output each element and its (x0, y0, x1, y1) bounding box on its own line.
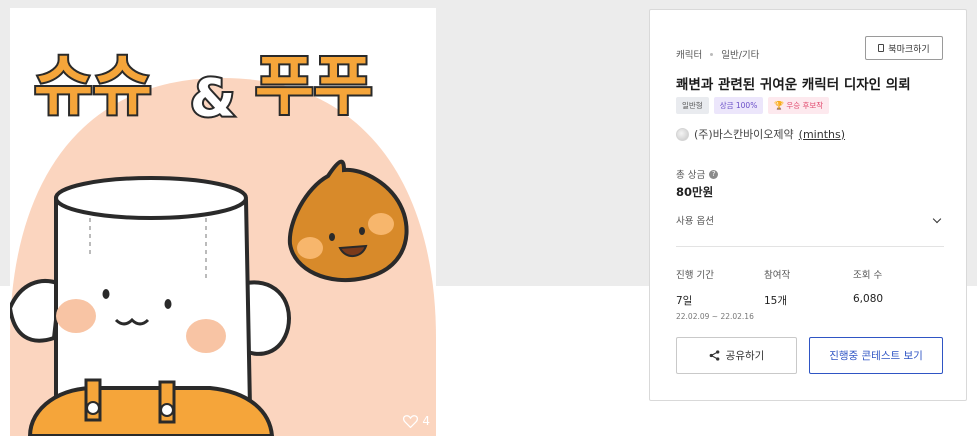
svg-text:푸푸: 푸푸 (255, 50, 373, 124)
stat-views: 조회 수 6,080 (853, 267, 943, 305)
bookmark-button[interactable]: 북마크하기 (865, 36, 943, 60)
bookmark-icon (878, 44, 885, 52)
artwork-illustration: 슈슈 & 푸푸 (10, 48, 436, 436)
stat-period: 진행 기간 7일 22.02.09 ~ 22.02.16 (676, 267, 766, 321)
stat-period-label: 진행 기간 (676, 270, 714, 281)
stat-views-label: 조회 수 (853, 270, 883, 281)
breadcrumb-category[interactable]: 캐릭터 (676, 47, 702, 61)
artwork-title-lettering: 슈슈 & 푸푸 (32, 48, 375, 131)
badge-general-label: 일반형 (682, 101, 703, 110)
divider (676, 246, 944, 247)
share-label: 공유하기 (725, 350, 765, 362)
badge-winner-candidate: 🏆 우승 후보작 (768, 97, 830, 114)
usage-options-label: 사용 옵션 (676, 216, 714, 227)
badge-prize-rate: 상금 100% (713, 97, 764, 114)
chevron-down-icon (932, 214, 942, 223)
contest-artwork[interactable]: 슈슈 & 푸푸 4 (10, 8, 436, 436)
help-icon[interactable]: ? (709, 169, 719, 179)
ongoing-contests-label: 진행중 콘테스트 보기 (829, 350, 923, 362)
stat-period-dates: 22.02.09 ~ 22.02.16 (676, 312, 754, 321)
stat-entries-label: 참여작 (764, 270, 791, 281)
like-counter[interactable]: 4 (403, 414, 430, 428)
badge-winner-label: 우승 후보작 (786, 101, 824, 110)
breadcrumb-separator (710, 52, 714, 56)
breadcrumb-subcategory[interactable]: 일반/기타 (721, 47, 759, 61)
stat-period-value: 7일 (676, 295, 693, 307)
svg-text:&: & (190, 69, 235, 129)
total-prize-label-text: 총 상금 (676, 170, 706, 181)
host-avatar (676, 127, 689, 141)
breadcrumb: 캐릭터 일반/기타 (676, 47, 759, 61)
bookmark-label: 북마크하기 (888, 44, 930, 55)
share-button[interactable]: 공유하기 (676, 337, 797, 374)
total-prize-label: 총 상금 ? (676, 167, 719, 181)
svg-text:슈슈: 슈슈 (34, 50, 152, 124)
badge-prize-label: 상금 100% (719, 101, 758, 110)
usage-options-toggle[interactable]: 사용 옵션 (676, 213, 944, 227)
badge-general: 일반형 (676, 97, 709, 114)
stat-entries: 참여작 15개 (764, 267, 854, 308)
stat-views-value: 6,080 (853, 293, 884, 305)
host-info[interactable]: (주)바스칸바이오제약 (minths) (676, 126, 845, 142)
trophy-icon: 🏆 (774, 101, 785, 110)
host-name: (주)바스칸바이오제약 (694, 128, 794, 141)
share-icon (709, 350, 720, 361)
contest-title: 쾌변과 관련된 귀여운 캐릭터 디자인 의뢰 (676, 77, 911, 93)
host-handle-link[interactable]: (minths) (799, 128, 845, 141)
ongoing-contests-button[interactable]: 진행중 콘테스트 보기 (809, 337, 943, 374)
like-count: 4 (422, 414, 430, 428)
total-prize-value: 80만원 (676, 185, 714, 199)
heart-icon (403, 414, 419, 428)
stat-entries-value: 15개 (764, 295, 788, 307)
contest-info-card: 캐릭터 일반/기타 북마크하기 쾌변과 관련된 귀여운 캐릭터 디자인 의뢰 일… (649, 9, 967, 401)
badge-row: 일반형 상금 100% 🏆 우승 후보작 (676, 97, 830, 114)
host-handle: minths (802, 127, 841, 141)
